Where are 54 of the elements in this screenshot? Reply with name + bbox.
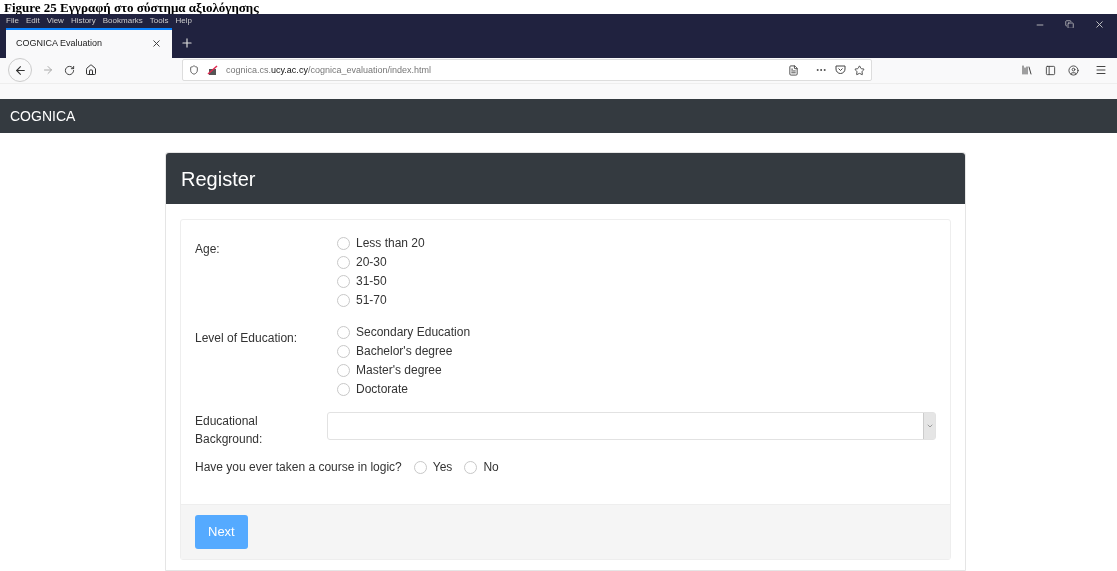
field-label: Level of Education: xyxy=(195,330,299,348)
reader-view-icon[interactable] xyxy=(788,64,799,76)
radio-button[interactable] xyxy=(337,345,350,358)
field-label: Educational Background: xyxy=(195,413,264,449)
pocket-icon[interactable] xyxy=(835,65,846,76)
radio-label: Less than 20 xyxy=(356,235,425,253)
radio-button[interactable] xyxy=(337,237,350,250)
menu-item[interactable]: View xyxy=(46,14,64,27)
field-label: Have you ever taken a course in logic? xyxy=(195,459,402,477)
radio-label: Bachelor's degree xyxy=(356,343,453,361)
radio-button[interactable] xyxy=(413,461,427,474)
close-tab-icon[interactable] xyxy=(151,38,162,50)
menu-item[interactable]: Bookmarks xyxy=(102,14,143,27)
select-field[interactable] xyxy=(327,412,936,441)
radio-button[interactable] xyxy=(337,326,350,339)
reload-icon[interactable] xyxy=(64,64,75,76)
radio-button[interactable] xyxy=(337,364,350,377)
menu-item[interactable]: Tools xyxy=(149,14,169,27)
bookmark-star-icon[interactable] xyxy=(854,64,865,76)
radio-label: Yes xyxy=(432,459,453,477)
menu-item[interactable]: History xyxy=(70,14,96,27)
radio-button[interactable] xyxy=(337,275,350,288)
url-text: cognica.cs.ucy.ac.cy/cognica_evaluation/index.html xyxy=(226,63,431,77)
address-bar[interactable]: cognica.cs.ucy.ac.cy/cognica_evaluation/index.html xyxy=(182,59,872,82)
radio-label: Secondary Education xyxy=(356,324,471,342)
radio-label: Doctorate xyxy=(356,381,409,399)
browser-tab[interactable]: COGNICA Evaluation xyxy=(6,27,172,58)
card-title: Register xyxy=(181,167,256,192)
field-label: Age: xyxy=(195,241,221,259)
menu-icon[interactable] xyxy=(1095,64,1107,77)
back-arrow-icon xyxy=(13,63,27,77)
radio-label: 31-50 xyxy=(356,273,387,291)
brand-link[interactable]: COGNICA xyxy=(10,105,76,127)
menu-item[interactable]: File xyxy=(6,14,19,27)
radio-label: 51-70 xyxy=(356,292,387,310)
account-icon[interactable] xyxy=(1068,64,1079,76)
sidebar-icon[interactable] xyxy=(1045,64,1056,76)
new-tab-icon[interactable] xyxy=(180,35,194,50)
close-icon[interactable] xyxy=(1094,19,1105,31)
home-icon[interactable] xyxy=(85,64,97,77)
insecure-lock-icon xyxy=(207,65,218,76)
radio-button[interactable] xyxy=(337,383,350,396)
radio-button[interactable] xyxy=(464,461,478,474)
radio-label: Master's degree xyxy=(356,362,442,380)
radio-button[interactable] xyxy=(337,294,350,307)
menu-item[interactable]: Edit xyxy=(25,14,40,27)
shield-icon xyxy=(189,65,199,76)
radio-label: 20-30 xyxy=(356,254,387,272)
menu-item[interactable]: Help xyxy=(175,14,192,27)
restore-icon[interactable] xyxy=(1065,20,1074,30)
library-icon[interactable] xyxy=(1021,64,1033,77)
radio-label: No xyxy=(483,459,499,477)
radio-button[interactable] xyxy=(337,256,350,269)
chevron-down-icon xyxy=(923,413,935,440)
